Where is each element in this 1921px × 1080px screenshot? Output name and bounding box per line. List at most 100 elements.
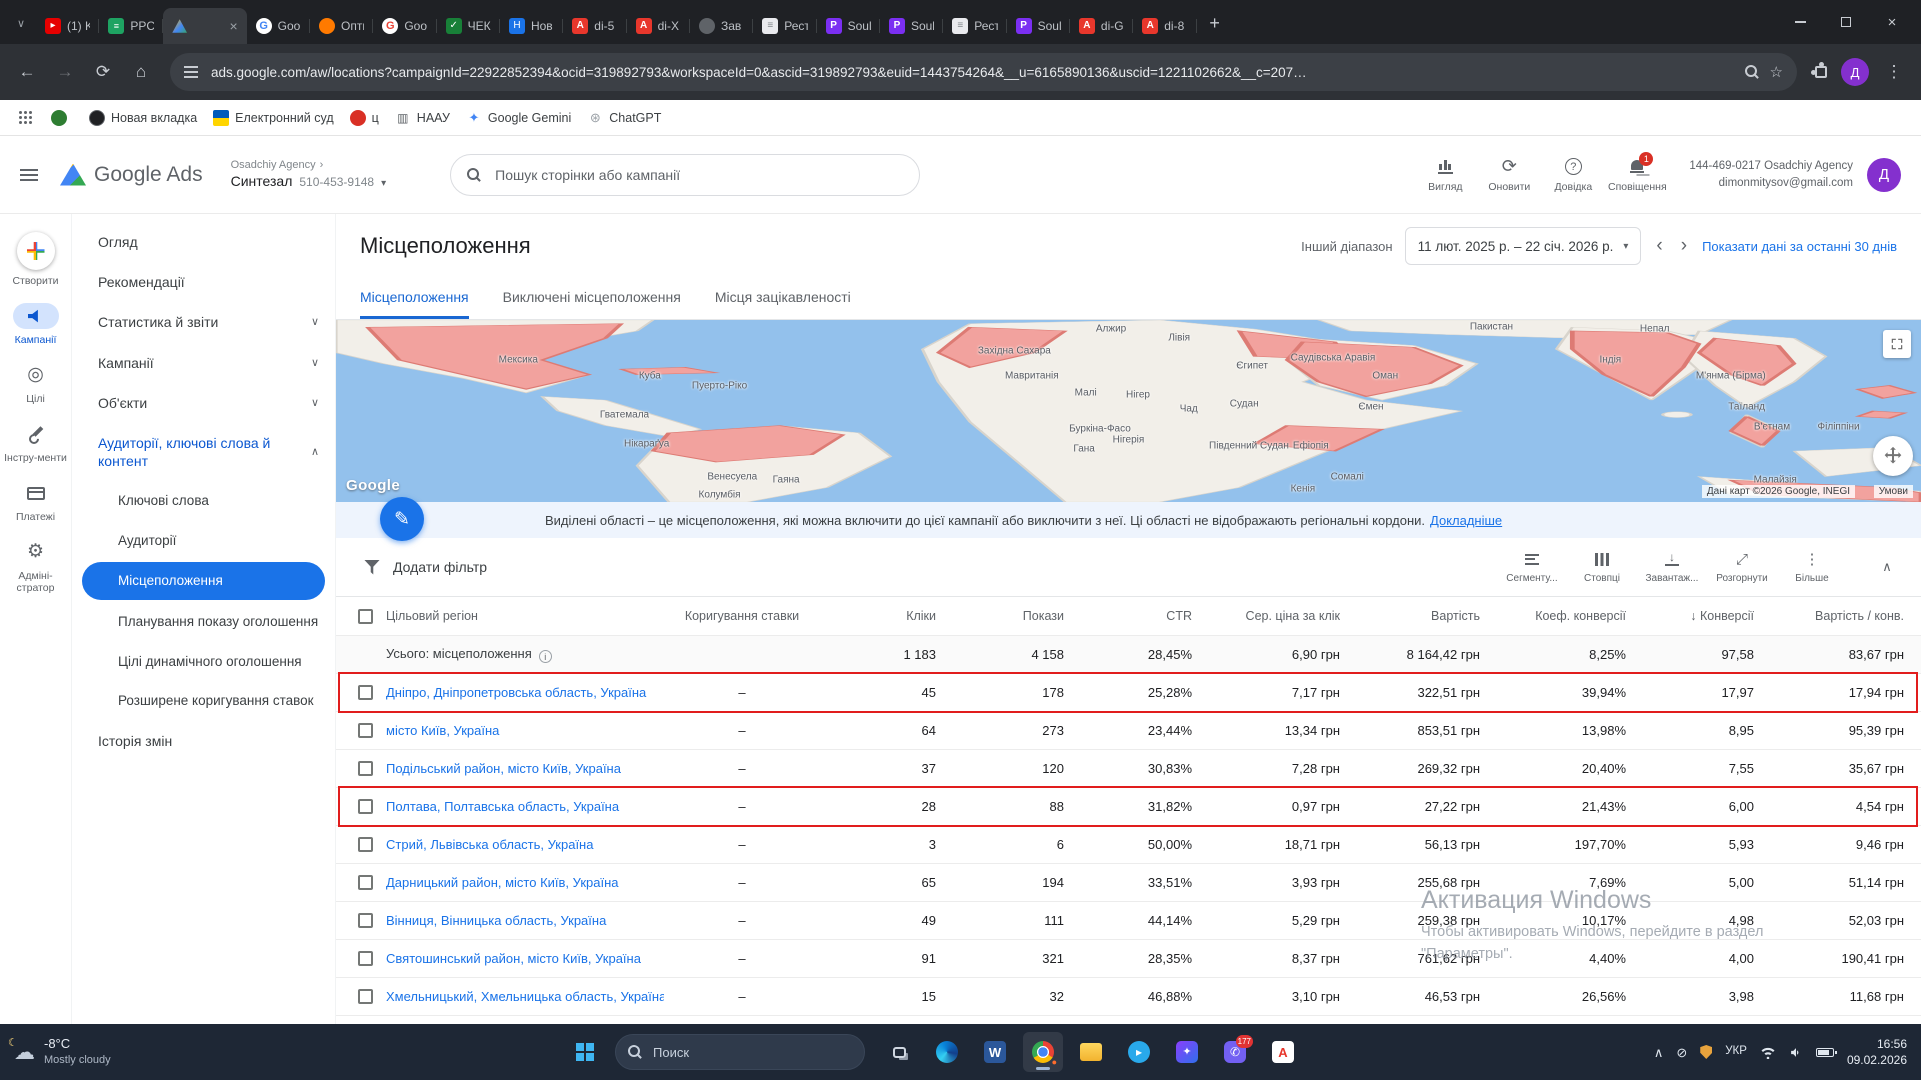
column-header[interactable]: Сер. ціна за клік [1246,609,1340,623]
bookmark-item[interactable]: Електронний суд [206,106,340,130]
app-a-icon[interactable]: A [1263,1032,1303,1072]
browser-tab[interactable]: ✓ ЧЕК [437,8,500,44]
row-checkbox[interactable] [358,989,373,1004]
table-action-button[interactable]: Стовпці [1567,551,1637,584]
minimize-button[interactable] [1777,0,1823,44]
table-action-button[interactable]: Завантаж... [1637,551,1707,584]
rail-item[interactable]: Кампанії [0,295,71,354]
nav-item[interactable]: Історія змін [72,721,335,761]
nav-item[interactable]: Ключові слова [72,481,335,521]
row-checkbox[interactable] [358,951,373,966]
world-map[interactable]: МексикаКубаПуерто-РікоГватемалаНікараґуа… [336,320,1921,502]
browser-tab[interactable]: A di-8 [1133,8,1196,44]
map-terms-link[interactable]: Умови [1874,485,1913,498]
avatar[interactable]: Д [1867,158,1901,192]
table-action-button[interactable]: ⤢ Розгорнути [1707,551,1777,584]
region-link[interactable]: Хмельницький, Хмельницька область, Украї… [386,989,664,1004]
select-all-checkbox[interactable] [358,609,373,624]
zoom-icon[interactable] [1745,65,1759,79]
column-header[interactable]: Вартість [1431,609,1480,623]
collapse-table-icon[interactable]: ∧ [1869,559,1905,575]
rail-item[interactable]: Платежі [0,472,71,531]
file-explorer-icon[interactable] [1071,1032,1111,1072]
map-pan-button[interactable] [1873,436,1913,476]
column-header[interactable]: Кліки [906,609,936,623]
nav-item[interactable]: Розширене коригування ставок [72,681,335,721]
browser-tab[interactable]: Опти [310,8,373,44]
bookmark-item[interactable]: ▥ НААУ [388,106,457,130]
header-action-button[interactable]: ⟳ Оновити [1477,157,1541,193]
nav-item[interactable]: Планування показу оголошення [72,602,335,642]
taskbar-clock[interactable]: 16:56 09.02.2026 [1847,1036,1907,1068]
nav-item[interactable]: Цілі динамічного оголошення [72,642,335,682]
nav-item[interactable]: Аудиторії, ключові слова й контент ∧ [72,423,335,481]
column-header[interactable]: Покази [1023,609,1064,623]
hamburger-menu-icon[interactable] [20,169,38,181]
tray-expand-icon[interactable]: ∧ [1654,1046,1664,1059]
column-header[interactable]: Вартість / конв. [1815,609,1904,623]
region-link[interactable]: Стрий, Львівська область, Україна [386,837,593,852]
nav-item[interactable]: Аудиторії [72,521,335,561]
region-link[interactable]: місто Київ, Україна [386,723,499,738]
header-action-button[interactable]: Сповіщення 1 [1605,157,1669,193]
gads-search[interactable] [450,154,920,196]
browser-menu-icon[interactable]: ⋮ [1877,55,1911,89]
gads-search-input[interactable] [493,166,903,184]
row-checkbox[interactable] [358,799,373,814]
rail-item[interactable]: Інстру-менти [0,413,71,472]
wifi-icon[interactable] [1760,1046,1776,1059]
weather-widget[interactable]: ☾☁ -8°C Mostly cloudy [0,1036,125,1067]
date-range-picker[interactable]: 11 лют. 2025 р. – 22 січ. 2026 р. ▾ [1405,227,1642,265]
column-header[interactable]: CTR [1166,609,1192,623]
maximize-button[interactable] [1823,0,1869,44]
do-not-disturb-icon[interactable]: ⊘ [1676,1046,1687,1059]
url-input[interactable] [209,64,1734,81]
nav-item[interactable]: Кампанії ∨ [72,343,335,383]
extensions-icon[interactable] [1815,66,1827,78]
browser-tab[interactable]: Зав [690,8,753,44]
browser-tab[interactable]: ≡ PPC [99,8,162,44]
date-next-icon[interactable]: › [1678,235,1690,257]
bookmark-item[interactable]: ✦ Google Gemini [459,106,578,130]
site-info-icon[interactable] [184,66,198,78]
bookmark-item[interactable]: ⊛ ChatGPT [580,106,668,130]
last-30-days-link[interactable]: Показати дані за останні 30 днів [1702,239,1897,254]
edit-locations-fab[interactable]: ✎ [380,497,424,541]
viber-icon[interactable]: ✆ 177 [1215,1032,1255,1072]
tab-close-icon[interactable]: × [229,18,237,34]
browser-tab[interactable]: ▸ (1) K [36,8,99,44]
add-filter-button[interactable]: Додати фільтр [364,559,487,575]
browser-tab[interactable]: A di-5 [563,8,626,44]
region-link[interactable]: Полтава, Полтавська область, Україна [386,799,619,814]
home-button[interactable]: ⌂ [124,55,158,89]
region-link[interactable]: Подільський район, місто Київ, Україна [386,761,621,776]
nav-item[interactable]: Об'єкти ∨ [72,383,335,423]
learn-more-link[interactable]: Докладніше [1430,513,1502,528]
taskbar-search-input[interactable] [651,1044,852,1061]
language-indicator[interactable]: УКР [1725,1046,1747,1058]
page-tab[interactable]: Місцеположення [360,278,469,319]
apps-grid-icon[interactable] [18,110,34,126]
browser-tab[interactable]: G Goo [247,8,310,44]
taskbar-search[interactable] [615,1034,865,1070]
browser-tab[interactable]: ≡ Рест [943,8,1006,44]
bookmark-item[interactable] [44,106,80,130]
region-link[interactable]: Вінниця, Вінницька область, Україна [386,913,606,928]
bookmark-item[interactable]: ц [343,106,386,130]
close-button[interactable]: × [1869,0,1915,44]
browser-tab[interactable]: G Goo [373,8,436,44]
browser-tab[interactable]: A di-G [1070,8,1133,44]
browser-profile-avatar[interactable]: Д [1841,58,1869,86]
word-icon[interactable]: W [975,1032,1015,1072]
forward-button[interactable]: → [48,55,82,89]
row-checkbox[interactable] [358,723,373,738]
nav-item[interactable]: Місцеположення [82,562,325,600]
browser-tab[interactable]: ≡ Рест [753,8,816,44]
browser-tab[interactable]: P Soul [817,8,880,44]
table-action-button[interactable]: ⋮ Більше [1777,551,1847,584]
photos-icon[interactable]: ✦ [1167,1032,1207,1072]
bookmark-item[interactable]: Новая вкладка [82,106,204,130]
rail-item[interactable]: Створити [0,224,71,295]
row-checkbox[interactable] [358,875,373,890]
browser-tab[interactable]: A di-X [627,8,690,44]
